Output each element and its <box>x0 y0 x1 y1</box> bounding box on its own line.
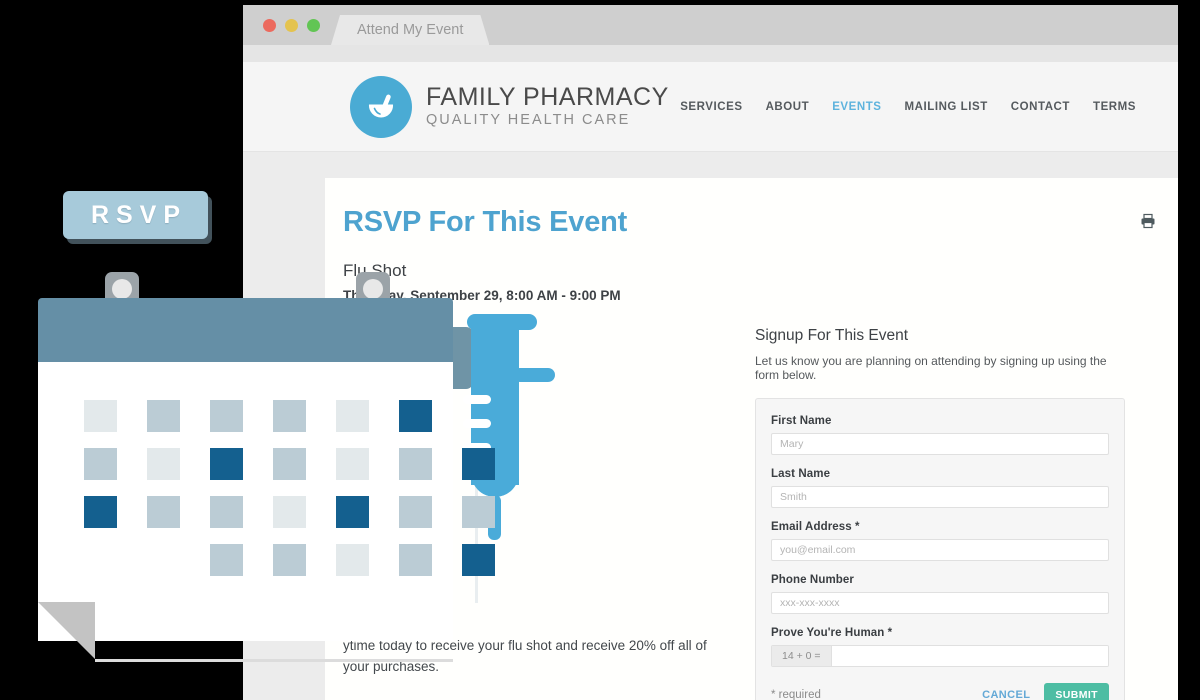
calendar-cell <box>210 400 243 432</box>
phone-label: Phone Number <box>771 574 854 586</box>
logo-wordmark: FAMILY PHARMACY QUALITY HEALTH CARE <box>426 84 669 128</box>
calendar-cell <box>399 400 432 432</box>
calendar-cell <box>147 448 180 480</box>
calendar-cell <box>210 448 243 480</box>
form-footer: * required CANCEL SUBMIT <box>771 683 1109 700</box>
first-name-input[interactable]: Mary <box>771 433 1109 455</box>
calendar-body <box>38 362 495 641</box>
calendar-cell <box>462 448 495 480</box>
logo-line-1: FAMILY PHARMACY <box>426 83 669 112</box>
window-controls <box>263 18 320 32</box>
calendar-cell <box>399 544 432 576</box>
email-input[interactable]: you@email.com <box>771 539 1109 561</box>
calendar-cell <box>462 496 495 528</box>
calendar-folded-corner <box>38 602 95 659</box>
nav-item-events[interactable]: EVENTS <box>832 101 881 113</box>
calendar-cell <box>462 544 495 576</box>
form-actions: CANCEL SUBMIT <box>982 683 1109 700</box>
calendar-cell <box>273 544 306 576</box>
page-title: RSVP For This Event <box>343 206 628 238</box>
calendar-shadow <box>95 659 453 662</box>
main-navigation: SERVICES ABOUT EVENTS MAILING LIST CONTA… <box>680 101 1136 113</box>
calendar-cell <box>336 448 369 480</box>
calendar-cell <box>84 400 117 432</box>
calendar-cell-empty <box>147 544 180 576</box>
calendar-cell <box>147 400 180 432</box>
site-header: FAMILY PHARMACY QUALITY HEALTH CARE SERV… <box>243 62 1178 152</box>
maximize-window-button[interactable] <box>307 18 320 32</box>
captcha-row: 14 + 0 = <box>771 645 1109 667</box>
calendar-cell <box>273 448 306 480</box>
captcha-question: 14 + 0 = <box>772 646 832 666</box>
close-window-button[interactable] <box>263 18 276 32</box>
calendar-cell <box>336 400 369 432</box>
nav-item-mailing-list[interactable]: MAILING LIST <box>905 101 988 113</box>
nav-item-contact[interactable]: CONTACT <box>1011 101 1070 113</box>
signup-form: First Name Mary Last Name Smith Email Ad… <box>755 398 1125 700</box>
calendar-cell <box>210 496 243 528</box>
submit-button[interactable]: SUBMIT <box>1044 683 1109 700</box>
printer-icon[interactable] <box>1140 213 1156 234</box>
rsvp-badge: RSVP <box>63 191 208 239</box>
calendar-cell <box>84 496 117 528</box>
browser-tab-label: Attend My Event <box>357 22 464 38</box>
event-promo-text: ytime today to receive your flu shot and… <box>343 636 715 678</box>
browser-toolbar <box>243 45 1178 62</box>
calendar-cell <box>336 496 369 528</box>
calendar-header <box>38 298 453 362</box>
minimize-window-button[interactable] <box>285 18 298 32</box>
calendar-cell <box>210 544 243 576</box>
signup-subtitle: Let us know you are planning on attendin… <box>755 354 1107 382</box>
required-note: * required <box>771 689 821 700</box>
calendar-cell <box>84 448 117 480</box>
last-name-input[interactable]: Smith <box>771 486 1109 508</box>
last-name-label: Last Name <box>771 468 831 480</box>
calendar-cell <box>273 496 306 528</box>
nav-item-services[interactable]: SERVICES <box>680 101 742 113</box>
calendar-cell <box>147 496 180 528</box>
calendar-cell-empty <box>84 544 117 576</box>
browser-titlebar: Attend My Event <box>243 5 1178 45</box>
signup-title: Signup For This Event <box>755 327 909 344</box>
calendar-cell <box>399 448 432 480</box>
captcha-label: Prove You're Human * <box>771 627 893 639</box>
first-name-label: First Name <box>771 415 832 427</box>
nav-item-about[interactable]: ABOUT <box>766 101 810 113</box>
cancel-button[interactable]: CANCEL <box>982 689 1030 700</box>
calendar-illustration <box>38 272 495 662</box>
calendar-cell <box>399 496 432 528</box>
logo-line-2: QUALITY HEALTH CARE <box>426 111 631 128</box>
calendar-cell <box>273 400 306 432</box>
calendar-grid <box>84 400 510 576</box>
site-logo[interactable]: FAMILY PHARMACY QUALITY HEALTH CARE <box>350 75 669 138</box>
signup-column: Signup For This Event Let us know you ar… <box>755 303 1125 700</box>
mortar-and-pestle-icon <box>350 75 412 138</box>
browser-tab[interactable]: Attend My Event <box>331 15 489 45</box>
phone-input[interactable]: xxx-xxx-xxxx <box>771 592 1109 614</box>
nav-item-terms[interactable]: TERMS <box>1093 101 1136 113</box>
rsvp-badge-label: RSVP <box>90 200 188 229</box>
calendar-cell <box>336 544 369 576</box>
calendar-cell-empty <box>462 400 495 432</box>
event-date: Thursday, September 29, 8:00 AM - 9:00 P… <box>343 288 621 303</box>
captcha-input[interactable] <box>831 646 1108 666</box>
email-label: Email Address * <box>771 521 860 533</box>
screenshot-stage: Attend My Event FAMILY PHARMACY QUALITY … <box>0 0 1200 700</box>
event-name: Flu Shot <box>343 261 407 280</box>
